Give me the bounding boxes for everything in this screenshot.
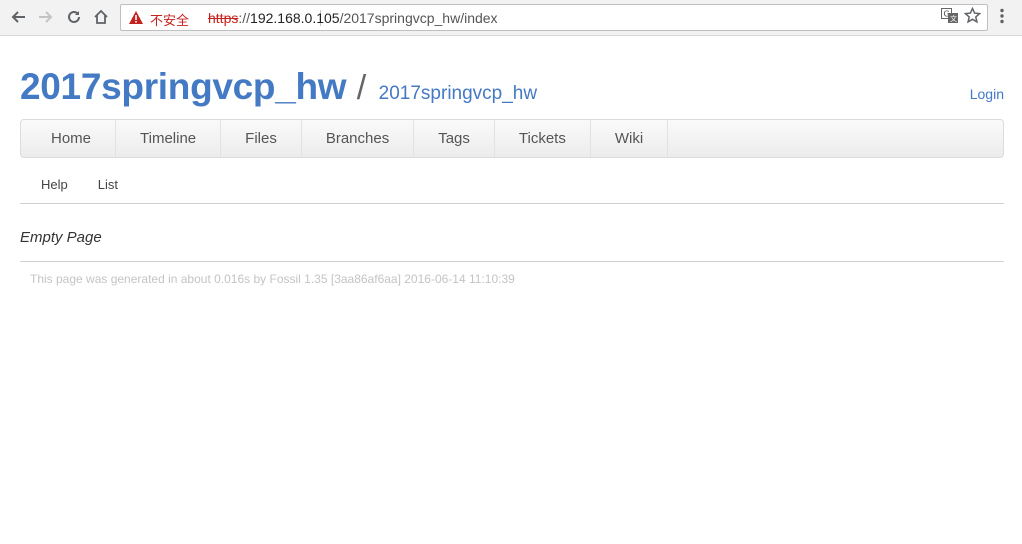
back-icon[interactable] (7, 6, 29, 28)
menu-item-timeline[interactable]: Timeline (116, 120, 222, 157)
footer-divider (20, 261, 1004, 262)
address-bar[interactable]: 不安全 https://192.168.0.105/2017springvcp_… (120, 4, 988, 31)
main-menu: Home Timeline Files Branches Tags Ticket… (20, 119, 1004, 158)
menu-item-wiki[interactable]: Wiki (591, 120, 669, 157)
title-separator: / (356, 69, 367, 107)
security-label[interactable]: 不安全 (150, 10, 189, 29)
submenu-item-list[interactable]: List (88, 176, 128, 194)
url-text[interactable]: https://192.168.0.105/2017springvcp_hw/i… (208, 10, 498, 26)
login-link[interactable]: Login (970, 86, 1004, 102)
translate-icon[interactable]: G文 (941, 8, 959, 29)
menu-icon[interactable] (999, 8, 1005, 29)
url-host: 192.168.0.105 (250, 10, 340, 26)
warning-icon[interactable] (128, 10, 144, 30)
page-content: Empty Page (20, 229, 102, 246)
divider (20, 203, 1004, 204)
reload-icon[interactable] (63, 6, 85, 28)
home-icon[interactable] (90, 6, 112, 28)
page-title: 2017springvcp_hw / 2017springvcp_hw (20, 66, 537, 108)
page-subtitle: 2017springvcp_hw (378, 83, 538, 104)
submenu-item-help[interactable]: Help (20, 176, 78, 194)
footer-text: This page was generated in about 0.016s … (30, 272, 515, 286)
svg-text:文: 文 (950, 14, 957, 23)
browser-toolbar: 不安全 https://192.168.0.105/2017springvcp_… (0, 0, 1022, 36)
project-name[interactable]: 2017springvcp_hw (20, 66, 347, 107)
menu-item-branches[interactable]: Branches (302, 120, 415, 157)
menu-item-tickets[interactable]: Tickets (495, 120, 591, 157)
forward-icon[interactable] (35, 6, 57, 28)
url-path: /2017springvcp_hw/index (339, 10, 498, 26)
menu-item-files[interactable]: Files (221, 120, 302, 157)
sub-menu: Help List (20, 176, 128, 194)
menu-item-tags[interactable]: Tags (414, 120, 495, 157)
star-icon[interactable] (963, 6, 982, 29)
url-scheme: https (208, 10, 239, 26)
url-separator: :// (238, 10, 251, 26)
menu-item-home[interactable]: Home (27, 120, 117, 157)
